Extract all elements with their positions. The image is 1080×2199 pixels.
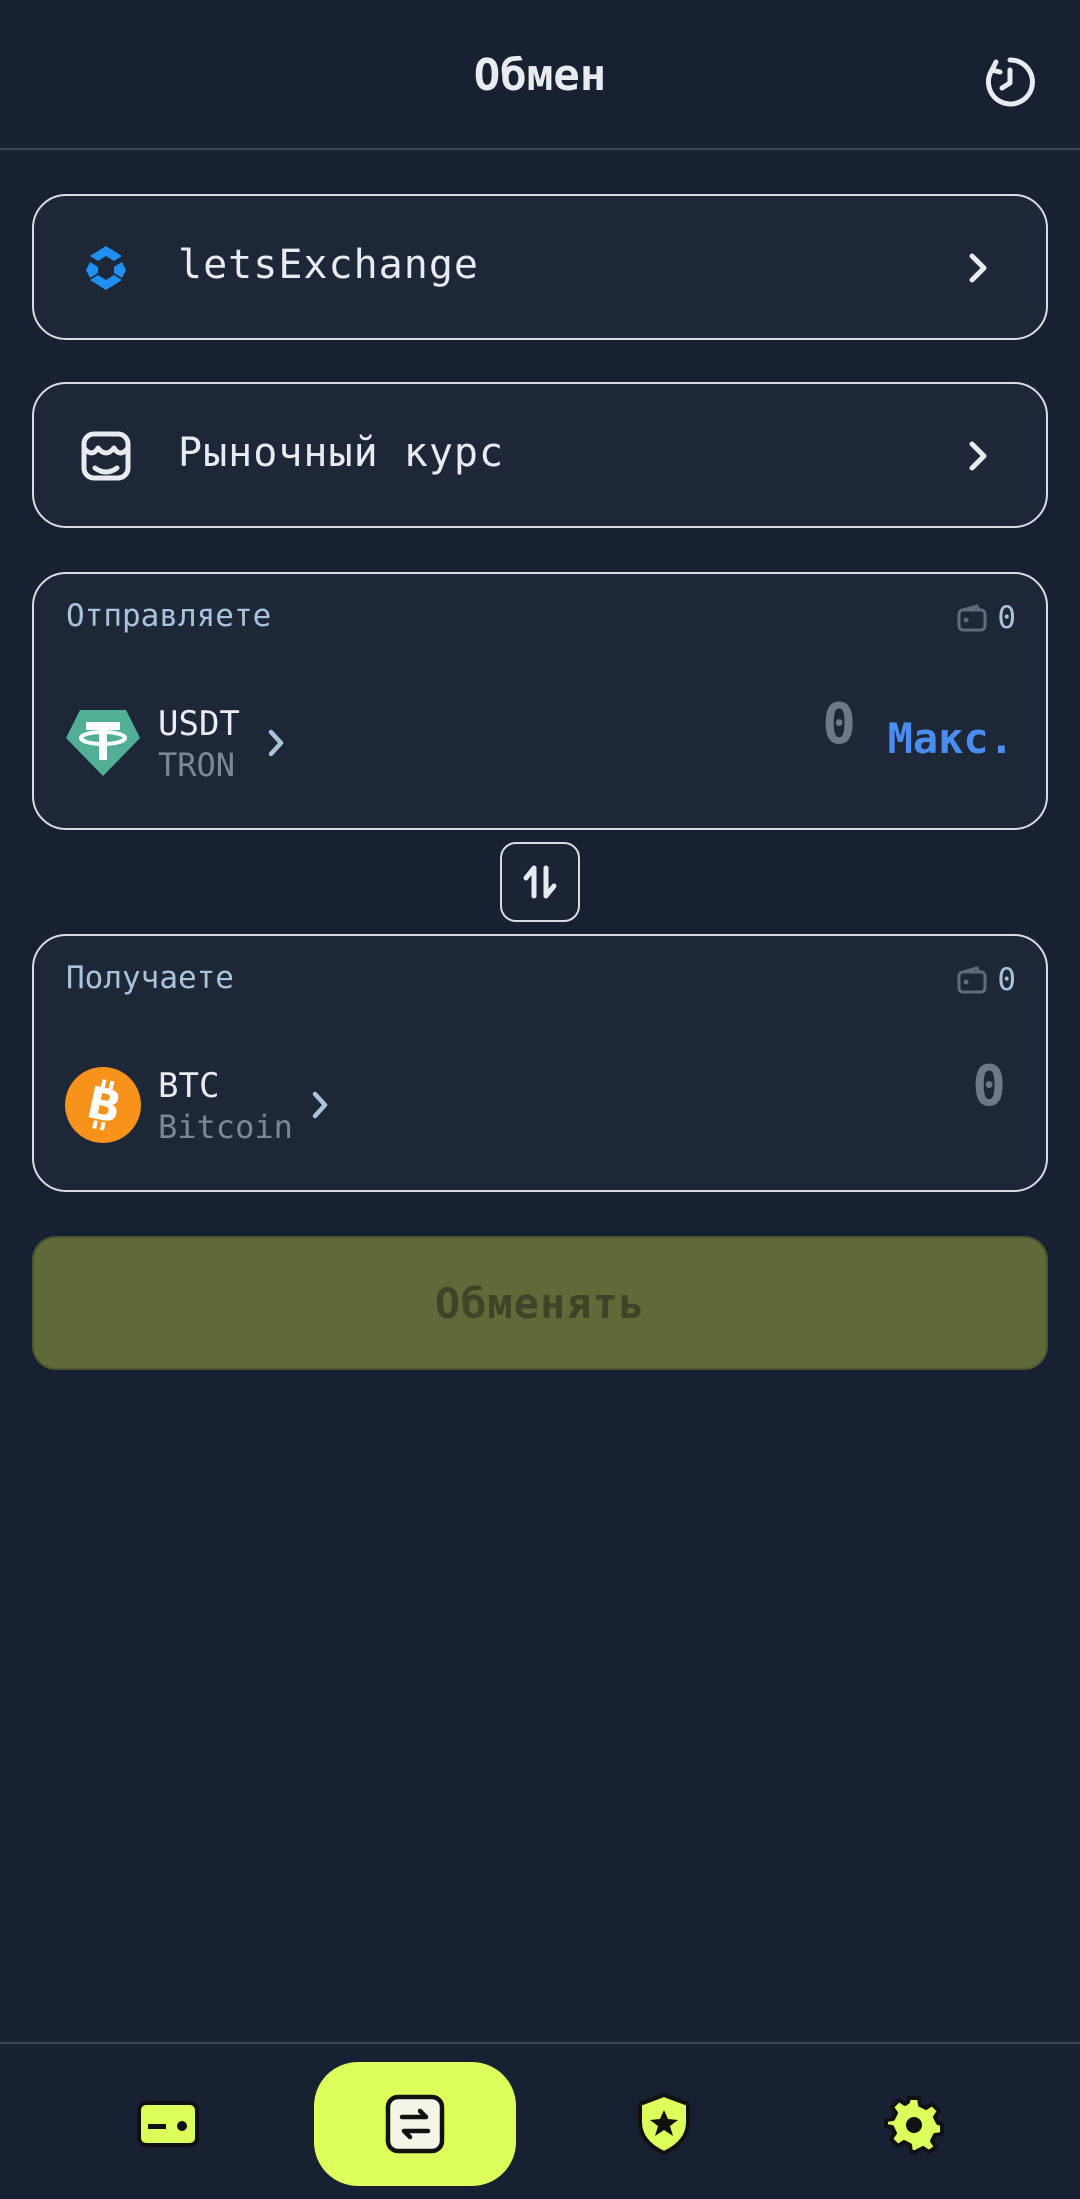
chevron-right-icon bbox=[969, 253, 987, 283]
page-title: Обмен bbox=[473, 50, 607, 101]
receive-card: Получаете 0 B BTC Bitcoin 0 bbox=[32, 934, 1048, 1192]
rate-type-label: Рыночный курс bbox=[178, 430, 505, 476]
receive-balance-value: 0 bbox=[997, 962, 1016, 998]
btc-icon: B bbox=[65, 1067, 141, 1143]
history-icon bbox=[985, 57, 1035, 107]
market-icon bbox=[81, 431, 131, 481]
shield-star-icon bbox=[638, 2093, 690, 2155]
top-bar: Обмен bbox=[0, 0, 1080, 150]
send-amount-input[interactable]: 0 bbox=[822, 692, 856, 757]
receive-amount-value: 0 bbox=[972, 1054, 1006, 1119]
nav-wallet[interactable] bbox=[118, 2062, 218, 2186]
max-button[interactable]: Макс. bbox=[888, 714, 1014, 763]
wallet-icon bbox=[137, 2101, 199, 2147]
receive-asset-network: Bitcoin bbox=[158, 1108, 293, 1146]
send-balance: 0 bbox=[957, 600, 1016, 636]
nav-settings[interactable] bbox=[864, 2062, 964, 2186]
nav-security[interactable] bbox=[614, 2062, 714, 2186]
chevron-right-icon bbox=[312, 1091, 328, 1119]
history-button[interactable] bbox=[982, 54, 1038, 110]
send-card: Отправляете 0 USDT TRON 0 Макс. bbox=[32, 572, 1048, 830]
send-balance-value: 0 bbox=[997, 600, 1016, 636]
receive-asset-symbol: BTC bbox=[158, 1066, 220, 1106]
wallet-small-icon bbox=[957, 604, 987, 632]
send-asset-network: TRON bbox=[158, 746, 236, 784]
send-asset-symbol: USDT bbox=[158, 704, 240, 744]
provider-label: letsExchange bbox=[178, 242, 479, 288]
bottom-nav bbox=[0, 2042, 1080, 2199]
exchange-icon bbox=[385, 2094, 445, 2154]
usdt-icon bbox=[66, 710, 140, 776]
chevron-right-icon bbox=[969, 441, 987, 471]
gear-icon bbox=[884, 2096, 944, 2154]
receive-balance: 0 bbox=[957, 962, 1016, 998]
swap-vertical-icon bbox=[523, 865, 557, 899]
wallet-small-icon bbox=[957, 966, 987, 994]
provider-selector[interactable]: letsExchange bbox=[32, 194, 1048, 340]
swap-direction-button[interactable] bbox=[500, 842, 580, 922]
exchange-button[interactable]: Обменять bbox=[32, 1236, 1048, 1370]
nav-exchange[interactable] bbox=[314, 2062, 516, 2186]
letsexchange-logo-icon bbox=[86, 246, 126, 290]
chevron-right-icon bbox=[268, 729, 284, 757]
send-label: Отправляете bbox=[66, 598, 272, 634]
rate-type-selector[interactable]: Рыночный курс bbox=[32, 382, 1048, 528]
receive-label: Получаете bbox=[66, 960, 234, 996]
